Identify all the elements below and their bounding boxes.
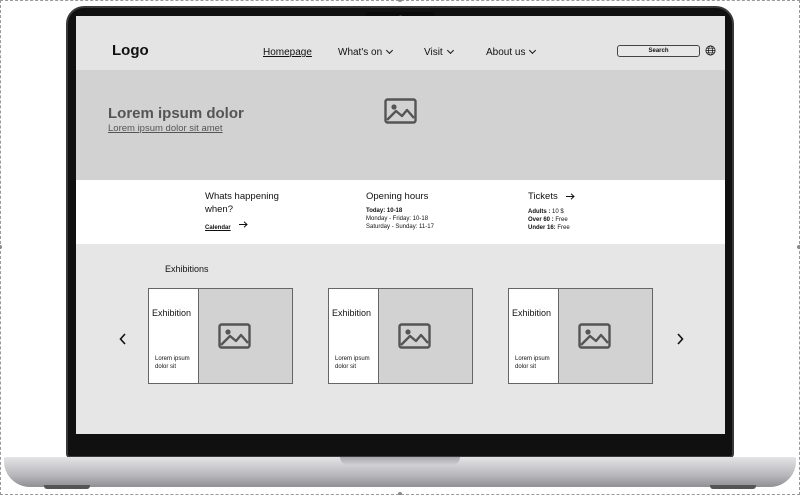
nav-item-label: Visit	[424, 47, 443, 58]
nav-item-label: About us	[486, 47, 526, 58]
card-description: Lorem ipsum dolor sit	[515, 356, 550, 370]
arrow-right-icon[interactable]	[238, 221, 248, 228]
opening-hours-title: Opening hours	[366, 191, 429, 202]
exhibitions-title: Exhibitions	[165, 264, 209, 274]
card-description: Lorem ipsum dolor sit	[335, 356, 370, 370]
exhibition-card[interactable]: Exhibition Lorem ipsum dolor sit	[508, 288, 653, 384]
card-title: Exhibition	[152, 308, 192, 318]
carousel-prev-icon[interactable]	[119, 333, 127, 345]
hero-banner: Lorem ipsum dolor Lorem ipsum dolor sit …	[76, 70, 725, 209]
chevron-down-icon	[386, 46, 394, 55]
exhibition-card[interactable]: Exhibition Lorem ipsum dolor sit	[148, 288, 293, 384]
image-placeholder-icon	[398, 323, 431, 349]
hours-today: Today: 10-18	[366, 208, 403, 214]
tickets-title[interactable]: Tickets	[528, 190, 575, 203]
tickets-block: Tickets Adults : 10 $ Over 60 : Free Und…	[528, 190, 575, 232]
whats-happening-title-line2: when?	[205, 204, 233, 215]
hours-line: Monday - Friday: 10-18	[366, 216, 429, 222]
site-header: Logo Homepage What's on Visit About us S…	[76, 16, 725, 70]
laptop-base-groove	[340, 457, 460, 465]
ticket-price-row: Over 60 : Free	[528, 216, 575, 224]
card-image-panel	[199, 289, 292, 383]
card-title: Exhibition	[512, 308, 552, 318]
ticket-value: Free	[557, 225, 570, 231]
nav-item-label: Homepage	[263, 47, 312, 58]
info-strip: Whats happening when? Calendar Opening h…	[76, 180, 725, 244]
card-image-panel	[379, 289, 472, 383]
arrow-right-icon[interactable]	[565, 193, 575, 200]
ticket-label: Adults :	[528, 209, 551, 215]
ticket-price-row: Under 16: Free	[528, 224, 575, 232]
tickets-title-label: Tickets	[528, 191, 558, 202]
ticket-value: 10 $	[552, 209, 564, 215]
hero-link[interactable]: Lorem ipsum dolor sit amet	[108, 123, 223, 134]
nav-item-visit[interactable]: Visit	[424, 46, 454, 58]
whats-happening-block: Whats happening when? Calendar	[205, 190, 279, 234]
laptop-foot-right	[710, 485, 756, 489]
calendar-link[interactable]: Calendar	[205, 225, 231, 231]
nav-item-about-us[interactable]: About us	[486, 46, 537, 58]
card-description: Lorem ipsum dolor sit	[155, 356, 190, 370]
resize-handle-left[interactable]	[0, 245, 2, 249]
globe-icon[interactable]	[705, 45, 716, 56]
laptop-screen: Logo Homepage What's on Visit About us S…	[76, 16, 725, 434]
chevron-down-icon	[529, 46, 537, 55]
card-title: Exhibition	[332, 308, 372, 318]
card-text-panel: Exhibition Lorem ipsum dolor sit	[509, 289, 559, 383]
site-logo[interactable]: Logo	[112, 42, 149, 59]
hours-line: Saturday - Sunday: 11-17	[366, 224, 434, 230]
resize-handle-top[interactable]	[398, 0, 402, 2]
image-placeholder-icon	[218, 323, 251, 349]
card-image-panel	[559, 289, 652, 383]
laptop-foot-left	[44, 485, 90, 489]
image-placeholder-icon	[578, 323, 611, 349]
nav-item-homepage[interactable]: Homepage	[263, 47, 312, 58]
whats-happening-title-line1: Whats happening	[205, 191, 279, 202]
image-placeholder-icon	[384, 98, 417, 124]
hero-title: Lorem ipsum dolor	[108, 105, 244, 122]
ticket-label: Under 16:	[528, 225, 556, 231]
hours-line: Today: 10-18	[366, 207, 434, 215]
ticket-price-row: Adults : 10 $	[528, 208, 575, 216]
card-text-panel: Exhibition Lorem ipsum dolor sit	[149, 289, 199, 383]
ticket-value: Free	[555, 217, 568, 223]
chevron-down-icon	[446, 46, 454, 55]
nav-item-whats-on[interactable]: What's on	[338, 46, 394, 58]
exhibition-card[interactable]: Exhibition Lorem ipsum dolor sit	[328, 288, 473, 384]
nav-item-label: What's on	[338, 47, 383, 58]
card-text-panel: Exhibition Lorem ipsum dolor sit	[329, 289, 379, 383]
opening-hours-block: Opening hours Today: 10-18 Monday - Frid…	[366, 190, 434, 231]
whats-happening-title: Whats happening when?	[205, 190, 279, 216]
search-button[interactable]: Search	[617, 45, 700, 57]
ticket-label: Over 60 :	[528, 217, 554, 223]
carousel-next-icon[interactable]	[676, 333, 684, 345]
